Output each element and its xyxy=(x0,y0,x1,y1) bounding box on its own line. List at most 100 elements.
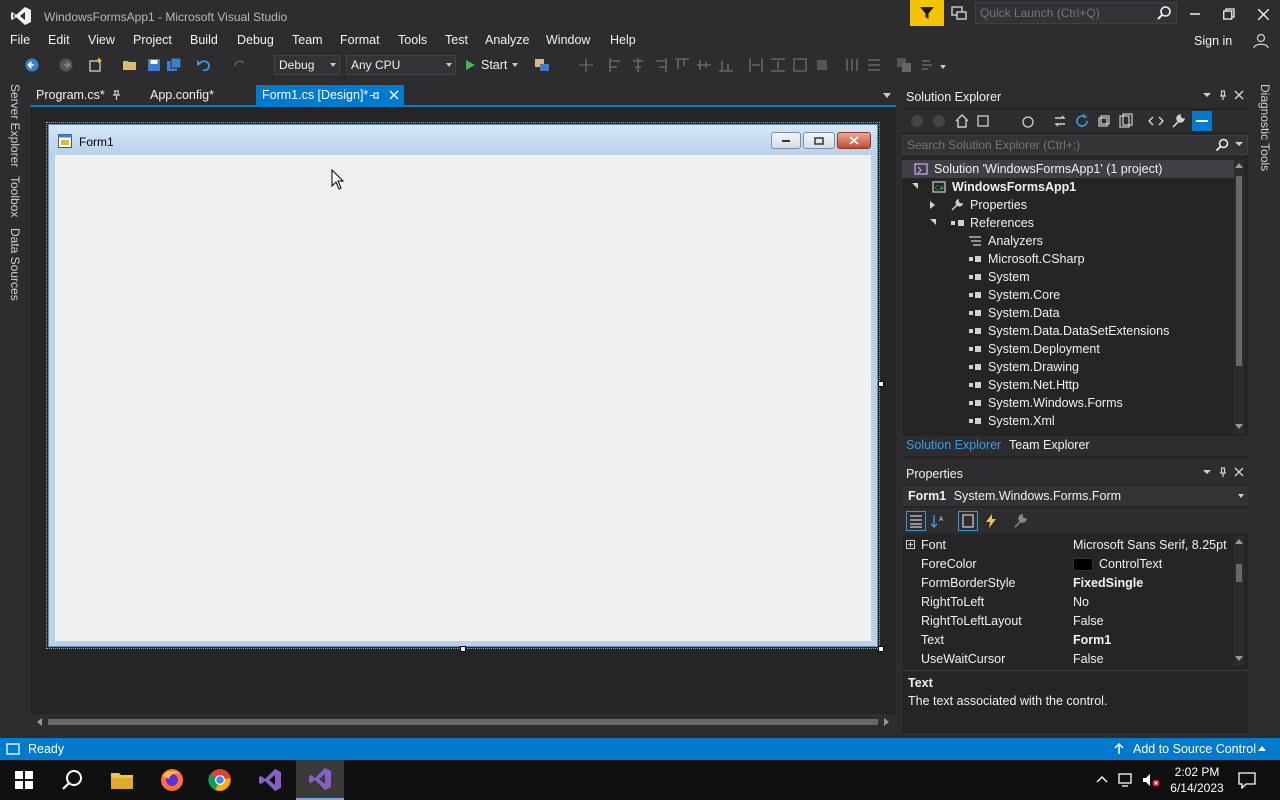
form-maximize-button[interactable] xyxy=(803,132,835,149)
visual-studio-button[interactable] xyxy=(296,760,344,800)
size-to-grid-icon[interactable] xyxy=(792,57,808,73)
scroll-up-icon[interactable] xyxy=(1235,539,1243,544)
tree-item-references[interactable]: References xyxy=(950,214,1230,232)
property-row-righttoleft[interactable]: RightToLeft No xyxy=(902,593,1238,612)
system-clock[interactable]: 2:02 PM 6/14/2023 xyxy=(1166,764,1228,796)
solution-explorer-search[interactable] xyxy=(902,135,1248,155)
tree-item-reference[interactable]: System xyxy=(968,268,1230,286)
tree-item-reference[interactable]: System.Deployment xyxy=(968,340,1230,358)
tree-item-reference[interactable]: System.Data xyxy=(968,304,1230,322)
designer-horizontal-scrollbar[interactable] xyxy=(34,714,896,730)
collapsed-arrow-icon[interactable] xyxy=(930,201,935,209)
chevron-down-icon[interactable] xyxy=(1202,90,1212,100)
scroll-down-icon[interactable] xyxy=(1235,424,1243,429)
properties-wrench-icon[interactable] xyxy=(1170,113,1186,129)
pin-icon[interactable] xyxy=(1218,90,1228,100)
align-lefts-icon[interactable] xyxy=(608,57,624,73)
resize-handle-corner[interactable] xyxy=(878,646,884,652)
data-sources-tab[interactable]: Data Sources xyxy=(8,228,22,301)
tree-item-reference[interactable]: System.Core xyxy=(968,286,1230,304)
expand-plus-icon[interactable] xyxy=(906,540,915,549)
align-to-grid-icon[interactable] xyxy=(578,57,594,73)
make-same-width-icon[interactable] xyxy=(748,57,764,73)
menu-build[interactable]: Build xyxy=(190,33,218,47)
menu-file[interactable]: File xyxy=(10,33,30,47)
menu-view[interactable]: View xyxy=(88,33,115,47)
menu-tools[interactable]: Tools xyxy=(398,33,427,47)
refresh-icon[interactable] xyxy=(1074,113,1090,129)
redo-icon[interactable] xyxy=(232,57,248,73)
close-window-button[interactable] xyxy=(1248,4,1278,24)
pin-icon[interactable] xyxy=(112,90,121,100)
properties-view-button[interactable] xyxy=(958,511,978,531)
menu-analyze[interactable]: Analyze xyxy=(485,33,529,47)
preview-selected-items-button[interactable] xyxy=(1192,111,1212,131)
network-icon[interactable] xyxy=(1118,772,1136,788)
notifications-filter-button[interactable] xyxy=(910,0,944,26)
tab-solution-explorer[interactable]: Solution Explorer xyxy=(906,438,1001,452)
categorized-button[interactable] xyxy=(906,511,926,531)
solution-tree-scrollbar[interactable] xyxy=(1234,160,1244,434)
solution-config-dropdown[interactable]: Debug xyxy=(274,55,340,75)
quick-launch-input[interactable] xyxy=(980,5,1150,21)
chevron-down-icon[interactable] xyxy=(512,63,519,67)
resize-handle-right[interactable] xyxy=(878,381,884,387)
tree-item-project[interactable]: C# WindowsFormsApp1 xyxy=(932,178,1232,196)
tab-team-explorer[interactable]: Team Explorer xyxy=(1009,438,1090,452)
browser-link-icon[interactable] xyxy=(534,57,550,73)
pin-icon[interactable] xyxy=(370,91,380,100)
add-to-source-control-button[interactable]: Add to Source Control xyxy=(1133,742,1256,756)
save-all-icon[interactable] xyxy=(166,57,182,73)
live-share-icon[interactable] xyxy=(950,4,968,22)
minimize-button[interactable] xyxy=(1180,4,1210,24)
navigate-back-icon[interactable] xyxy=(24,57,40,73)
notifications-icon[interactable] xyxy=(1238,771,1256,789)
menu-window[interactable]: Window xyxy=(546,33,590,47)
visual-studio-installer-button[interactable] xyxy=(246,760,294,800)
property-row-forecolor[interactable]: ForeColor ControlText xyxy=(902,555,1238,574)
toolbox-tab[interactable]: Toolbox xyxy=(8,176,22,217)
menu-help[interactable]: Help xyxy=(610,33,636,47)
search-button[interactable] xyxy=(48,760,96,800)
back-icon[interactable] xyxy=(910,114,924,128)
designer-form[interactable]: Form1 xyxy=(48,124,878,647)
pending-changes-filter-icon[interactable] xyxy=(1020,113,1036,129)
property-row-usewaitcursor[interactable]: UseWaitCursor False xyxy=(902,650,1238,669)
close-tab-icon[interactable] xyxy=(389,90,399,100)
open-file-icon[interactable] xyxy=(122,57,138,73)
collapse-all-icon[interactable] xyxy=(1096,113,1112,129)
alphabetical-icon[interactable]: A xyxy=(930,513,948,529)
restore-button[interactable] xyxy=(1214,4,1244,24)
chevron-down-icon[interactable] xyxy=(1235,142,1243,148)
diagnostic-tools-tab[interactable]: Diagnostic Tools xyxy=(1258,84,1272,171)
scrollbar-thumb[interactable] xyxy=(1236,564,1242,582)
tabs-overflow-dropdown-icon[interactable] xyxy=(883,93,891,98)
scroll-left-icon[interactable] xyxy=(37,718,42,726)
properties-scrollbar[interactable] xyxy=(1234,536,1244,666)
solution-search-input[interactable] xyxy=(907,138,1207,152)
tree-item-analyzers[interactable]: Analyzers xyxy=(968,232,1230,250)
property-row-formborderstyle[interactable]: FormBorderStyle FixedSingle xyxy=(902,574,1238,593)
tree-item-reference[interactable]: System.Windows.Forms xyxy=(968,394,1230,412)
sign-in-link[interactable]: Sign in xyxy=(1194,34,1232,48)
align-tops-icon[interactable] xyxy=(674,57,690,73)
property-row-text[interactable]: Text Form1 xyxy=(902,631,1238,650)
tab-app-config[interactable]: App.config* xyxy=(144,85,256,105)
pin-icon[interactable] xyxy=(1218,467,1228,477)
volume-muted-icon[interactable] xyxy=(1142,772,1160,788)
tab-order-icon[interactable] xyxy=(920,57,936,73)
close-icon[interactable] xyxy=(1234,467,1244,477)
properties-object-selector[interactable]: Form1 System.Windows.Forms.Form xyxy=(902,486,1248,506)
scroll-up-icon[interactable] xyxy=(1235,163,1243,168)
bring-to-front-icon[interactable] xyxy=(896,57,912,73)
server-explorer-tab[interactable]: Server Explorer xyxy=(8,84,22,167)
platform-dropdown[interactable]: Any CPU xyxy=(346,55,456,75)
close-icon[interactable] xyxy=(1234,90,1244,100)
horizontal-spacing-icon[interactable] xyxy=(844,57,860,73)
firefox-button[interactable] xyxy=(148,760,196,800)
align-centers-icon[interactable] xyxy=(630,57,646,73)
show-all-files-icon[interactable] xyxy=(1118,113,1134,129)
tree-item-reference[interactable]: System.Data.DataSetExtensions xyxy=(968,322,1230,340)
form-minimize-button[interactable] xyxy=(771,132,801,149)
property-pages-wrench-icon[interactable] xyxy=(1012,513,1028,529)
